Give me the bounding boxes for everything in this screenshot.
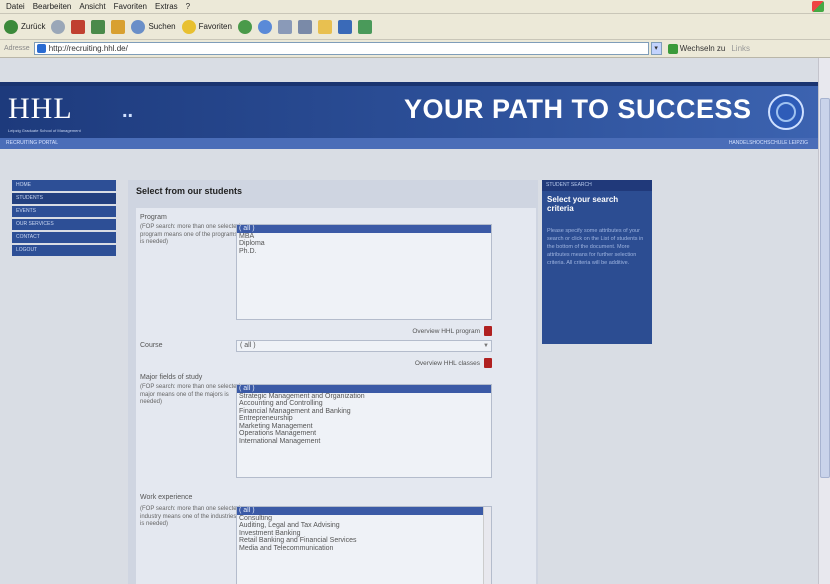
work-label: Work experience	[140, 494, 193, 501]
program-listbox[interactable]: ( all ) MBA Diploma Ph.D.	[236, 224, 492, 320]
work-option[interactable]: ( all )	[237, 507, 483, 515]
program-option[interactable]: Ph.D.	[237, 248, 491, 256]
refresh-icon[interactable]	[91, 19, 106, 34]
work-option[interactable]: Investment Banking	[237, 530, 491, 538]
slogan: YOUR PATH TO SUCCESS	[404, 94, 752, 124]
address-label: Adresse	[4, 45, 30, 52]
menu-tools[interactable]: Extras	[155, 2, 178, 11]
program-note: (FOP search: more than one selected prog…	[140, 224, 240, 245]
major-option[interactable]: Operations Management	[237, 430, 491, 438]
school-label: HANDELSHOCHSCHULE LEIPZIG	[728, 140, 808, 146]
history-icon[interactable]	[257, 19, 272, 34]
browser-menubar: Datei Bearbeiten Ansicht Favoriten Extra…	[0, 0, 830, 14]
program-option[interactable]: MBA	[237, 233, 491, 241]
major-label: Major fields of study	[140, 374, 203, 381]
panel-text: Please specify some attributes of your s…	[547, 228, 644, 266]
tools-icon[interactable]	[357, 19, 372, 34]
work-option[interactable]: Auditing, Legal and Tax Advising	[237, 522, 491, 530]
links-button[interactable]: Links	[731, 44, 750, 53]
browser-toolbar: Zurück Suchen Favoriten	[0, 14, 830, 40]
logo-subtitle: Leipzig Graduate School of Management	[8, 128, 81, 133]
main-content: Select from our students Program (FOP se…	[128, 180, 538, 584]
portal-label: RECRUITING PORTAL	[6, 140, 59, 146]
work-listbox-scrollbar[interactable]	[483, 507, 491, 584]
nav-item-services[interactable]: OUR SERVICES	[12, 219, 116, 230]
nav-item-logout[interactable]: LOGOUT	[12, 245, 116, 256]
major-option[interactable]: International Management	[237, 438, 491, 446]
chevron-down-icon: ▼	[483, 343, 489, 349]
major-option[interactable]: Marketing Management	[237, 423, 491, 431]
menu-edit[interactable]: Bearbeiten	[33, 2, 72, 11]
scrollbar-thumb[interactable]	[820, 98, 830, 478]
menu-help[interactable]: ?	[186, 2, 190, 11]
panel-header: STUDENT SEARCH	[542, 180, 652, 191]
program-label: Program	[140, 214, 167, 221]
major-option[interactable]: Accounting and Controlling	[237, 400, 491, 408]
back-arrow-icon	[4, 19, 18, 34]
page-title: Select from our students	[136, 186, 243, 196]
nav-item-students[interactable]: STUDENTS	[12, 193, 116, 204]
pdf-icon	[484, 358, 492, 368]
major-note: (FOP search: more than one selected majo…	[140, 384, 240, 405]
major-option[interactable]: Strategic Management and Organization	[237, 393, 491, 401]
nav-item-home[interactable]: HOME	[12, 180, 116, 191]
menu-view[interactable]: Ansicht	[79, 2, 105, 11]
menu-favorites[interactable]: Favoriten	[114, 2, 147, 11]
go-button[interactable]: Wechseln zu	[667, 43, 725, 54]
address-dropdown-button[interactable]: ▾	[650, 42, 662, 55]
messenger-icon[interactable]	[337, 19, 352, 34]
major-listbox[interactable]: ( all ) Strategic Management and Organiz…	[236, 384, 492, 478]
work-listbox[interactable]: ( all ) Consulting Auditing, Legal and T…	[236, 506, 492, 584]
search-help-panel: STUDENT SEARCH Select your search criter…	[542, 180, 652, 344]
work-option[interactable]: Consulting	[237, 515, 491, 523]
course-select[interactable]: ( all ) ▼	[236, 340, 492, 352]
windows-logo-icon	[812, 1, 824, 12]
major-option[interactable]: ( all )	[237, 385, 491, 393]
university-seal-icon	[768, 94, 804, 130]
menu-file[interactable]: Datei	[6, 2, 25, 11]
print-icon[interactable]	[297, 19, 312, 34]
address-input[interactable]: http://recruiting.hhl.de/	[33, 42, 649, 55]
major-option[interactable]: Entrepreneurship	[237, 415, 491, 423]
search-icon	[131, 19, 146, 34]
address-value: http://recruiting.hhl.de/	[48, 44, 128, 53]
header-subbar: RECRUITING PORTAL HANDELSHOCHSCHULE LEIP…	[0, 138, 818, 149]
page-icon	[36, 44, 46, 53]
program-option[interactable]: Diploma	[237, 240, 491, 248]
search-form: Program (FOP search: more than one selec…	[136, 208, 536, 584]
work-note: (FOP search: more than one selected indu…	[140, 506, 240, 527]
page-scrollbar[interactable]	[818, 58, 830, 584]
panel-title: Select your search criteria	[547, 195, 619, 213]
forward-arrow-icon[interactable]	[51, 19, 66, 34]
nav-item-events[interactable]: EVENTS	[12, 206, 116, 217]
logo-dots: ..	[122, 100, 134, 122]
program-overview-link[interactable]: Overview HHL program	[412, 326, 492, 336]
back-button[interactable]: Zurück	[4, 19, 45, 34]
address-bar: Adresse http://recruiting.hhl.de/ ▾ Wech…	[0, 40, 830, 58]
pdf-icon	[484, 326, 492, 336]
course-label: Course	[140, 342, 163, 349]
folder-icon[interactable]	[317, 19, 332, 34]
nav-item-contact[interactable]: CONTACT	[12, 232, 116, 243]
media-icon[interactable]	[237, 19, 252, 34]
mail-icon[interactable]	[277, 19, 292, 34]
hhl-logo[interactable]: HHL	[8, 92, 73, 126]
left-nav: HOME STUDENTS EVENTS OUR SERVICES CONTAC…	[12, 180, 116, 258]
course-overview-link[interactable]: Overview HHL classes	[415, 358, 492, 368]
course-value: ( all )	[240, 342, 256, 349]
program-option[interactable]: ( all )	[237, 225, 491, 233]
home-icon[interactable]	[111, 19, 126, 34]
major-option[interactable]: Financial Management and Banking	[237, 408, 491, 416]
work-option[interactable]: Media and Telecommunication	[237, 545, 491, 553]
search-button[interactable]: Suchen	[131, 19, 176, 34]
star-icon	[181, 19, 196, 34]
work-option[interactable]: Retail Banking and Financial Services	[237, 537, 491, 545]
web-page: HHL .. Leipzig Graduate School of Manage…	[0, 58, 818, 584]
go-arrow-icon	[667, 43, 678, 54]
stop-icon[interactable]	[71, 19, 86, 34]
favorites-button[interactable]: Favoriten	[181, 19, 232, 34]
header-banner: HHL .. Leipzig Graduate School of Manage…	[0, 86, 818, 138]
